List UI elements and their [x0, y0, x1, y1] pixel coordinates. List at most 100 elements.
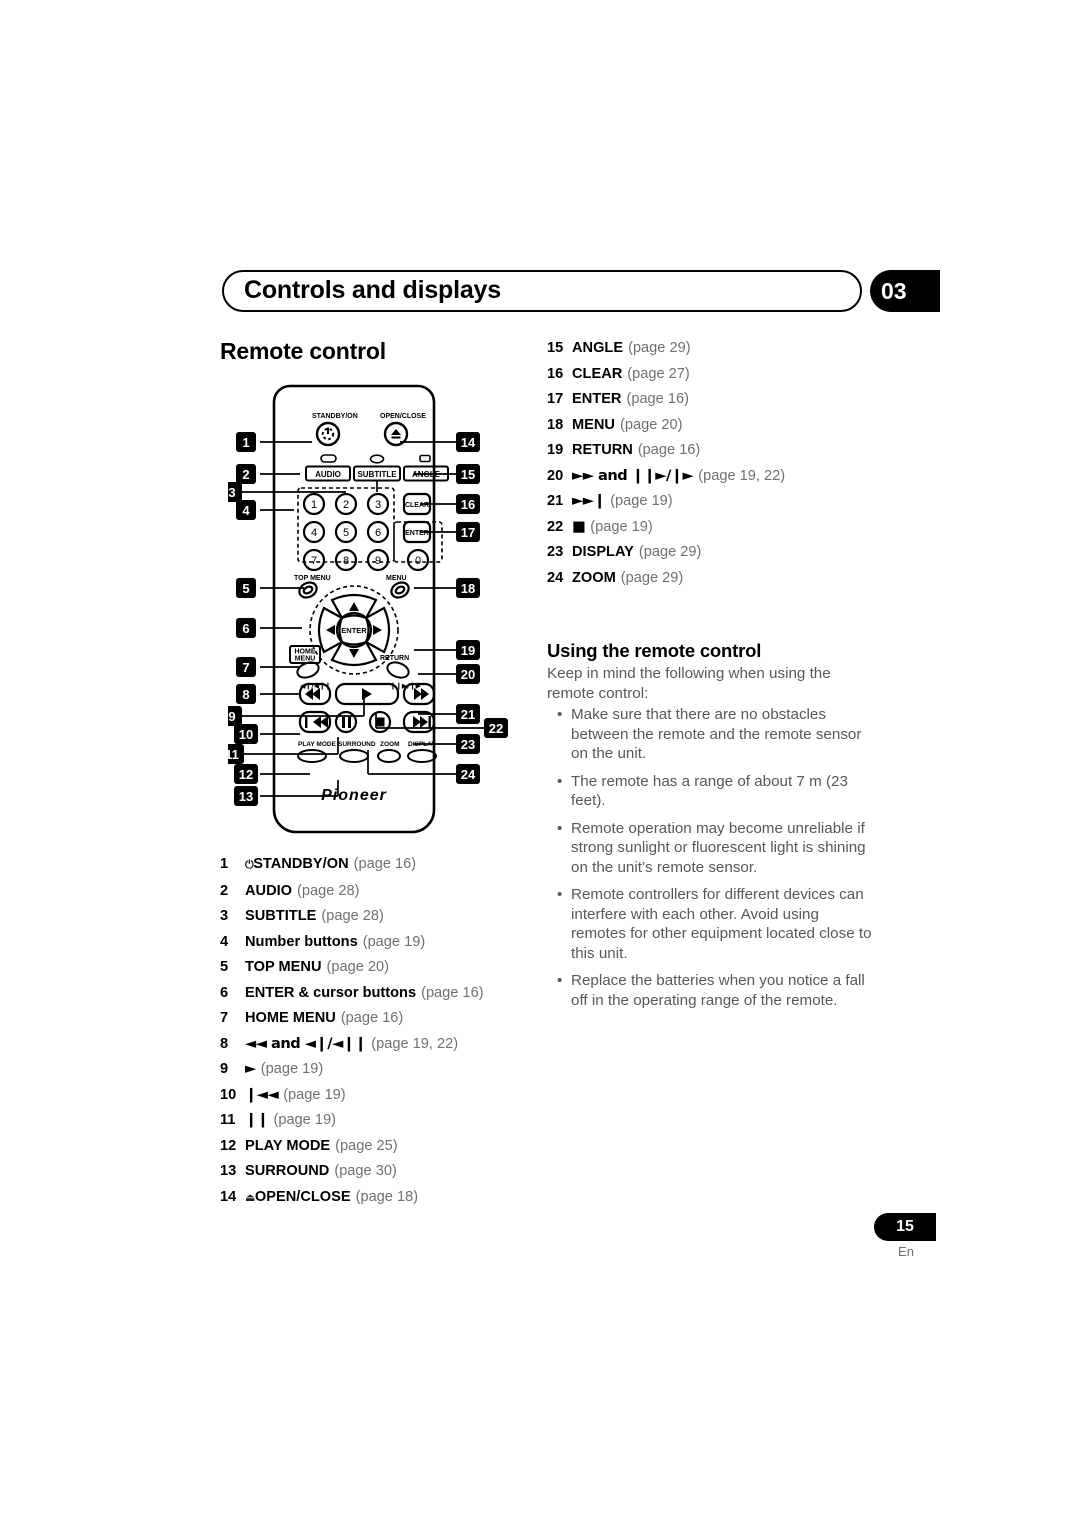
reference-item: 16 CLEAR (page 27)	[547, 366, 877, 382]
reference-item-number: 16	[547, 365, 564, 382]
bullet-item: • Remote operation may become unreliable …	[547, 819, 877, 878]
bullet-marker: •	[557, 819, 563, 837]
reference-item: 5 TOP MENU (page 20)	[220, 959, 520, 975]
reference-item-page: (page 18)	[355, 1188, 419, 1205]
svg-text:24: 24	[461, 767, 476, 782]
reference-item-label: ◄◄ and ◄❙/◄❙❙	[245, 1034, 367, 1052]
reference-item-number: 19	[547, 442, 564, 458]
svg-text:2: 2	[242, 467, 249, 482]
svg-text:4: 4	[311, 527, 317, 539]
svg-text:8: 8	[242, 687, 249, 702]
heading-using-remote-control: Using the remote control	[547, 640, 762, 661]
svg-text:20: 20	[461, 667, 475, 682]
bullet-marker: •	[557, 886, 563, 903]
svg-text:14: 14	[461, 435, 476, 450]
reference-item-page: (page 27)	[627, 365, 690, 382]
remote-control-diagram: STANDBY/ON OPEN/CLOSE AUDIO SUBTITLE ANG…	[228, 382, 518, 852]
reference-item-label: SUBTITLE	[245, 908, 317, 924]
svg-text:MENU: MENU	[295, 656, 316, 663]
reference-item-icon: ⏻	[245, 858, 254, 871]
svg-text:DISPLAY: DISPLAY	[408, 741, 436, 748]
svg-text:12: 12	[239, 767, 253, 782]
reference-item: 15 ANGLE (page 29)	[547, 340, 877, 356]
reference-item: 17 ENTER (page 16)	[547, 391, 877, 407]
svg-text:17: 17	[461, 525, 475, 540]
reference-item-label: ENTER & cursor buttons	[245, 984, 417, 1001]
svg-text:1: 1	[311, 499, 317, 511]
reference-item: 22 ■ (page 19)	[547, 517, 877, 535]
reference-item-number: 22	[547, 518, 564, 535]
page-header: Controls and displays 03	[222, 270, 940, 312]
reference-item-label: AUDIO	[245, 882, 293, 899]
reference-item-page: (page 19)	[590, 518, 653, 535]
reference-item-number: 7	[220, 1010, 229, 1026]
reference-item-number: 4	[220, 933, 229, 950]
reference-item-page: (page 16)	[626, 391, 689, 407]
svg-text:5: 5	[242, 581, 249, 596]
svg-text:7: 7	[311, 555, 317, 567]
reference-item: 24 ZOOM (page 29)	[547, 570, 877, 586]
using-remote-intro: Keep in mind the following when using th…	[547, 665, 831, 702]
reference-item-number: 11	[220, 1112, 236, 1128]
reference-item-label: ■	[572, 517, 586, 535]
svg-text:ENTER: ENTER	[341, 626, 367, 635]
svg-text:11: 11	[228, 747, 239, 762]
reference-item-number: 24	[547, 569, 564, 586]
reference-item-page: (page 16)	[353, 856, 417, 872]
svg-text:MENU: MENU	[386, 575, 407, 582]
reference-item-label: ENTER	[572, 391, 622, 407]
reference-item-label: MENU	[572, 416, 615, 433]
reference-item-page: (page 19)	[362, 933, 426, 950]
reference-item-number: 13	[220, 1163, 237, 1179]
heading-remote-control: Remote control	[220, 338, 386, 364]
svg-text:CLEAR: CLEAR	[405, 502, 429, 509]
reference-item: 19 RETURN (page 16)	[547, 442, 877, 458]
bullet-marker: •	[557, 706, 563, 723]
reference-item-label: DISPLAY	[572, 544, 634, 560]
reference-item: 21 ►►❙ (page 19)	[547, 492, 877, 510]
reference-item: 6 ENTER & cursor buttons (page 16)	[220, 985, 520, 1001]
reference-item: 2 AUDIO (page 28)	[220, 883, 520, 899]
svg-text:SURROUND: SURROUND	[338, 741, 376, 748]
reference-item-number: 5	[220, 959, 229, 975]
svg-text:ANGLE: ANGLE	[412, 470, 441, 479]
reference-item-icon: ⏏	[245, 1190, 255, 1204]
reference-item-page: (page 20)	[326, 959, 389, 975]
bullet-item: • The remote has a range of about 7 m (23…	[547, 772, 877, 811]
reference-item-page: (page 29)	[638, 544, 702, 560]
bullet-text: The remote has a range of about 7 m (23 …	[571, 772, 848, 810]
reference-item-page: (page 28)	[297, 882, 360, 899]
reference-item-number: 21	[547, 493, 564, 509]
reference-item-label: OPEN/CLOSE	[254, 1188, 351, 1205]
reference-item-label: PLAY MODE	[245, 1137, 331, 1154]
reference-item: 23 DISPLAY (page 29)	[547, 544, 877, 560]
reference-item-number: 12	[220, 1137, 237, 1154]
svg-text:ZOOM: ZOOM	[380, 741, 400, 748]
svg-text:0: 0	[415, 555, 421, 567]
reference-item-number: 3	[220, 908, 229, 924]
footer-page-number: 15	[874, 1213, 936, 1241]
reference-item-page: (page 19)	[273, 1112, 336, 1128]
reference-list-left: 1 ⏻ STANDBY/ON (page 16) 2 AUDIO (page 28) 3 SU…	[220, 856, 520, 1215]
reference-item-page: (page 19, 22)	[698, 467, 786, 484]
reference-item-page: (page 20)	[619, 416, 683, 433]
bullet-marker: •	[557, 972, 563, 989]
footer-language: En	[898, 1244, 914, 1259]
reference-item-number: 14	[220, 1188, 237, 1205]
reference-item: 10 ❙◄◄ (page 19)	[220, 1086, 520, 1103]
reference-item-page: (page 28)	[321, 908, 384, 924]
reference-item-number: 1	[220, 856, 229, 872]
reference-item-label: ANGLE	[572, 340, 624, 356]
svg-text:9: 9	[228, 709, 235, 724]
reference-item-label: TOP MENU	[245, 959, 322, 975]
svg-text:3: 3	[375, 499, 381, 511]
reference-item-number: 20	[547, 467, 564, 484]
svg-text:1: 1	[242, 435, 249, 450]
reference-item: 8 ◄◄ and ◄❙/◄❙❙ (page 19, 22)	[220, 1034, 520, 1052]
reference-item-page: (page 19, 22)	[371, 1035, 459, 1052]
reference-item-label: ►►❙	[572, 492, 606, 509]
reference-item-number: 18	[547, 416, 564, 433]
reference-item: 20 ►► and ❙❙►/❙► (page 19, 22)	[547, 467, 877, 484]
bullet-text: Replace the batteries when you notice a …	[571, 972, 865, 1009]
reference-list-right: 15 ANGLE (page 29) 16 CLEAR (page 27) 17 ENTER(…	[547, 340, 877, 595]
